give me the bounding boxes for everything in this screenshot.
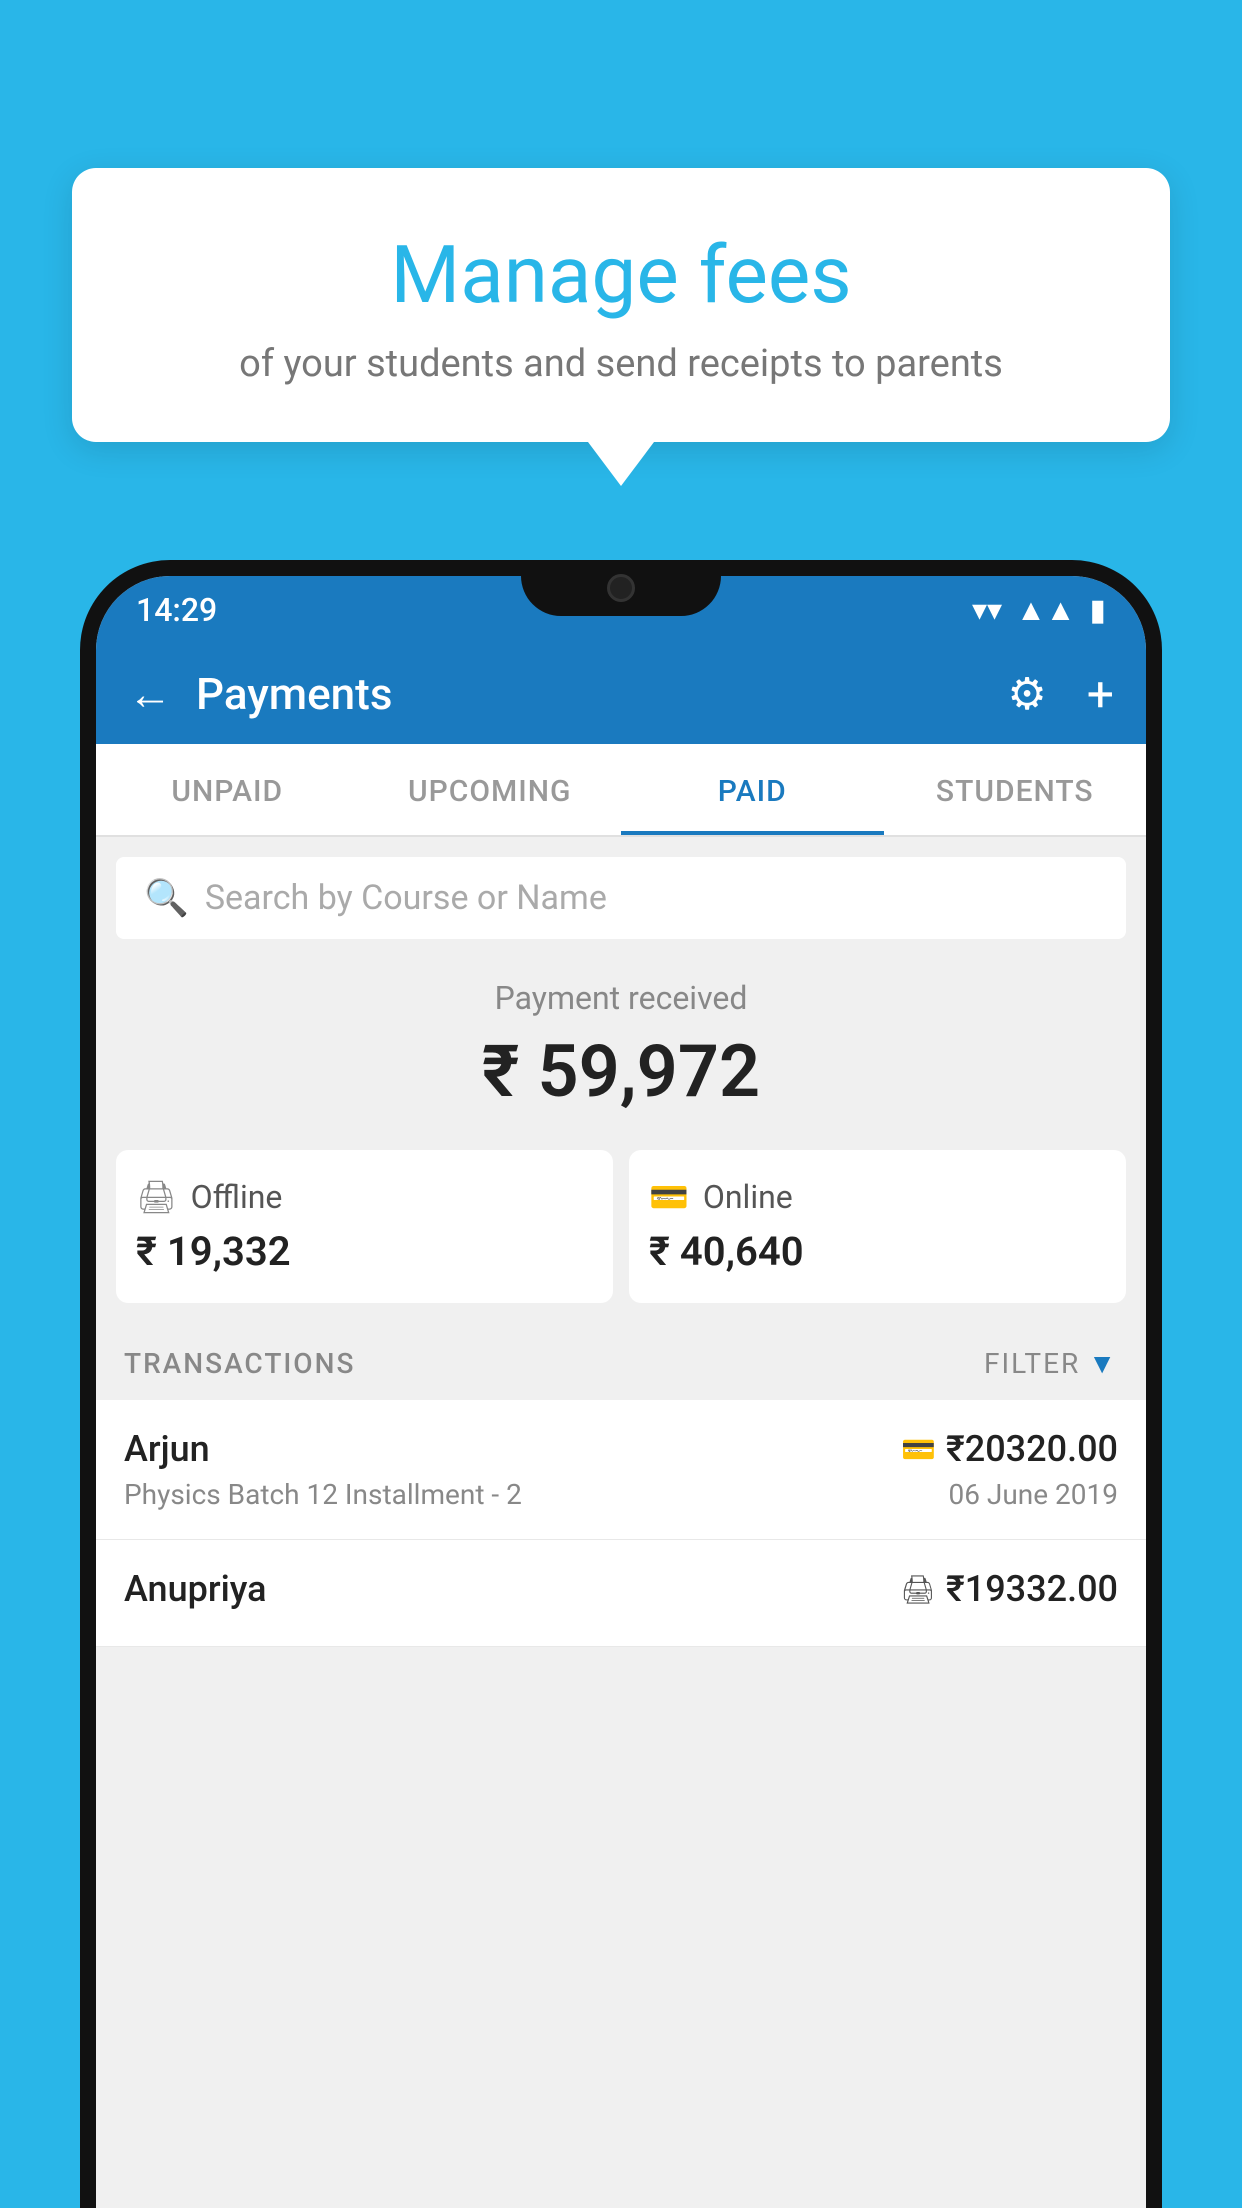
- payment-section: Payment received ₹ 59,972: [96, 939, 1146, 1134]
- back-button[interactable]: ←: [128, 668, 172, 720]
- gear-icon[interactable]: ⚙: [1007, 668, 1046, 720]
- transaction-amount-row-2: 🖨 ₹19332.00: [900, 1568, 1118, 1610]
- online-amount: ₹ 40,640: [649, 1228, 1106, 1275]
- offline-amount: ₹ 19,332: [136, 1228, 593, 1275]
- online-card: 💳 Online ₹ 40,640: [629, 1150, 1126, 1303]
- transaction-amount-row: 💳 ₹20320.00: [901, 1428, 1118, 1470]
- transaction-online-icon: 💳: [901, 1433, 936, 1466]
- tooltip-card: Manage fees of your students and send re…: [72, 168, 1170, 442]
- search-bar[interactable]: 🔍 Search by Course or Name: [116, 857, 1126, 939]
- transaction-amount-arjun: ₹20320.00: [946, 1428, 1118, 1470]
- transaction-name-arjun: Arjun: [124, 1428, 210, 1470]
- tooltip-title: Manage fees: [120, 228, 1122, 322]
- payment-received-amount: ₹ 59,972: [116, 1029, 1126, 1114]
- phone-notch: [521, 560, 721, 616]
- payment-cards: 🖨 Offline ₹ 19,332 💳 Online ₹ 40,640: [96, 1134, 1146, 1327]
- tab-students[interactable]: STUDENTS: [884, 744, 1147, 835]
- online-label: Online: [703, 1178, 793, 1216]
- tab-paid[interactable]: PAID: [621, 744, 884, 835]
- camera-icon: [607, 574, 635, 602]
- app-header: ← Payments ⚙ +: [96, 644, 1146, 744]
- transaction-date-arjun: 06 June 2019: [948, 1478, 1118, 1511]
- status-time: 14:29: [136, 591, 217, 629]
- online-icon: 💳: [649, 1178, 689, 1216]
- signal-icon: ▲▲: [1016, 593, 1075, 628]
- filter-button[interactable]: FILTER ▼: [984, 1347, 1118, 1380]
- transaction-row: Anupriya 🖨 ₹19332.00: [96, 1540, 1146, 1647]
- status-icons: ▾▾ ▲▲ ▮: [972, 593, 1106, 628]
- offline-icon: 🖨: [136, 1178, 177, 1216]
- transactions-header: TRANSACTIONS FILTER ▼: [96, 1327, 1146, 1400]
- filter-icon: ▼: [1088, 1347, 1118, 1380]
- phone-screen: 14:29 ▾▾ ▲▲ ▮ ← Payments ⚙ + UNPAID UPCO…: [96, 576, 1146, 2208]
- battery-icon: ▮: [1089, 593, 1106, 628]
- filter-text: FILTER: [984, 1347, 1080, 1380]
- transactions-label: TRANSACTIONS: [124, 1347, 355, 1380]
- tooltip-subtitle: of your students and send receipts to pa…: [120, 342, 1122, 386]
- tab-unpaid[interactable]: UNPAID: [96, 744, 359, 835]
- wifi-icon: ▾▾: [972, 593, 1002, 628]
- transaction-row: Arjun 💳 ₹20320.00 Physics Batch 12 Insta…: [96, 1400, 1146, 1540]
- add-button[interactable]: +: [1087, 666, 1114, 723]
- search-icon: 🔍: [144, 877, 189, 919]
- offline-label: Offline: [191, 1178, 283, 1216]
- offline-card: 🖨 Offline ₹ 19,332: [116, 1150, 613, 1303]
- tab-upcoming[interactable]: UPCOMING: [359, 744, 622, 835]
- transaction-amount-anupriya: ₹19332.00: [946, 1568, 1118, 1610]
- search-placeholder-text: Search by Course or Name: [205, 878, 607, 918]
- transaction-course-arjun: Physics Batch 12 Installment - 2: [124, 1478, 522, 1511]
- header-title: Payments: [196, 668, 983, 720]
- transaction-name-anupriya: Anupriya: [124, 1568, 267, 1610]
- payment-received-label: Payment received: [116, 979, 1126, 1017]
- transaction-offline-icon: 🖨: [900, 1573, 936, 1606]
- tabs-bar: UNPAID UPCOMING PAID STUDENTS: [96, 744, 1146, 837]
- phone-frame: 14:29 ▾▾ ▲▲ ▮ ← Payments ⚙ + UNPAID UPCO…: [80, 560, 1162, 2208]
